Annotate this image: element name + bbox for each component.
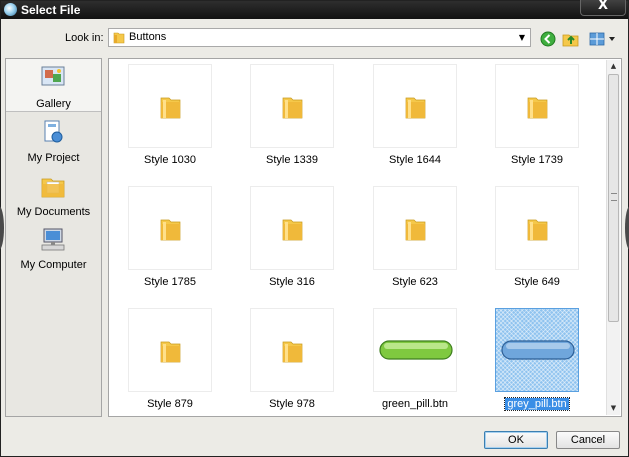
cancel-button[interactable]: Cancel — [556, 431, 620, 449]
title-bar: Select File X — [1, 0, 628, 19]
folder-item[interactable]: Style 649 — [476, 186, 596, 304]
place-my-computer[interactable]: My Computer — [6, 222, 101, 274]
documents-folder-icon — [41, 178, 65, 198]
grip-icon — [611, 193, 617, 201]
back-icon[interactable] — [539, 30, 557, 48]
file-name: Style 1030 — [144, 154, 196, 166]
scroll-thumb[interactable] — [608, 74, 619, 322]
file-name: Style 978 — [269, 398, 315, 410]
folder-icon — [405, 219, 426, 241]
folder-icon — [160, 341, 181, 363]
file-name: Style 1785 — [144, 276, 196, 288]
place-label: My Documents — [16, 206, 91, 218]
thumbnail — [250, 64, 334, 148]
scroll-down-icon[interactable]: ▼ — [607, 402, 620, 415]
folder-item[interactable]: Style 1030 — [109, 64, 229, 182]
folder-item[interactable]: Style 1785 — [109, 186, 229, 304]
folder-item[interactable]: Style 1644 — [354, 64, 474, 182]
project-icon — [44, 120, 63, 143]
thumbnail — [250, 186, 334, 270]
select-file-dialog: Select File X Look in: Buttons ▼ Gallery… — [0, 0, 629, 457]
view-menu-icon[interactable] — [589, 30, 619, 48]
thumbnail — [128, 64, 212, 148]
ok-button[interactable]: OK — [484, 431, 548, 449]
folder-icon — [113, 32, 125, 44]
scroll-up-icon[interactable]: ▲ — [607, 60, 620, 73]
button-file-item[interactable]: grey_pill.btn — [476, 308, 596, 426]
folder-icon — [282, 341, 303, 363]
chevron-down-icon[interactable]: ▼ — [516, 30, 528, 45]
thumbnail — [495, 186, 579, 270]
folder-icon — [405, 97, 426, 119]
folder-icon — [160, 97, 181, 119]
app-icon — [4, 3, 17, 16]
selected-file-name: grey_pill.btn — [504, 397, 570, 411]
window-title: Select File — [21, 3, 81, 17]
file-list: Style 1030 Style 1339 Style 1644 Style 1… — [108, 58, 622, 417]
folder-icon — [282, 97, 303, 119]
place-label: My Project — [27, 152, 80, 164]
thumbnail — [373, 186, 457, 270]
folder-icon — [527, 219, 548, 241]
place-label: My Computer — [20, 259, 87, 271]
button-file-item[interactable]: green_pill.btn — [354, 308, 474, 426]
folder-item[interactable]: Style 316 — [231, 186, 351, 304]
folder-item[interactable]: Style 978 — [231, 308, 351, 426]
thumbnail — [373, 308, 457, 392]
folder-icon — [282, 219, 303, 241]
file-name: grey_pill.btn — [476, 397, 598, 411]
gallery-icon — [41, 66, 65, 86]
file-name: Style 1739 — [511, 154, 563, 166]
grey-pill-icon — [501, 340, 575, 360]
folder-icon — [527, 97, 548, 119]
folder-item[interactable]: Style 1739 — [476, 64, 596, 182]
place-label: Gallery — [36, 98, 71, 110]
place-gallery[interactable]: Gallery — [6, 59, 101, 112]
thumbnail — [128, 186, 212, 270]
look-in-label: Look in: — [65, 32, 104, 44]
file-name: Style 623 — [392, 276, 438, 288]
thumbnail — [373, 64, 457, 148]
file-name: Style 879 — [147, 398, 193, 410]
file-name: Style 1644 — [389, 154, 441, 166]
file-name: Style 1339 — [266, 154, 318, 166]
up-folder-icon[interactable] — [562, 30, 580, 48]
folder-item[interactable]: Style 879 — [109, 308, 229, 426]
thumbnail — [495, 308, 579, 392]
green-pill-icon — [379, 340, 453, 360]
close-button[interactable]: X — [580, 0, 626, 16]
thumbnail — [495, 64, 579, 148]
file-name: Style 649 — [514, 276, 560, 288]
vertical-scrollbar[interactable]: ▲ ▼ — [606, 60, 620, 415]
folder-icon — [160, 219, 181, 241]
places-bar: Gallery My Project My Documents My Compu… — [5, 58, 102, 417]
place-my-project[interactable]: My Project — [6, 114, 101, 166]
folder-item[interactable]: Style 1339 — [231, 64, 351, 182]
thumbnail — [250, 308, 334, 392]
background-edge — [625, 206, 629, 250]
place-my-documents[interactable]: My Documents — [6, 169, 101, 221]
file-name: Style 316 — [269, 276, 315, 288]
look-in-value: Buttons — [129, 31, 167, 43]
computer-icon — [41, 228, 65, 251]
thumbnail — [128, 308, 212, 392]
file-name: green_pill.btn — [381, 398, 449, 410]
look-in-dropdown[interactable]: Buttons ▼ — [108, 28, 531, 47]
folder-item[interactable]: Style 623 — [354, 186, 474, 304]
